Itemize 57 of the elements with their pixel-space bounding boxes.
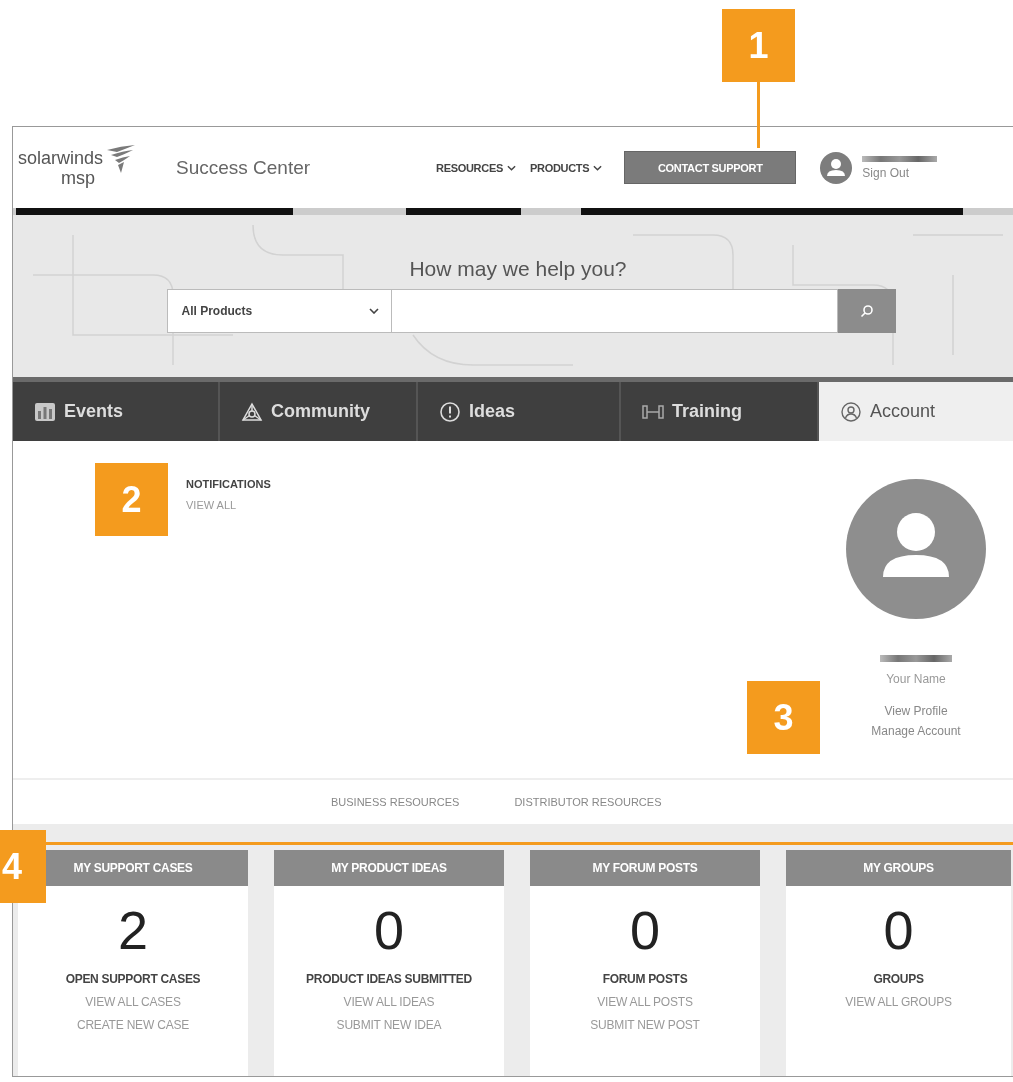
notifications-heading: NOTIFICATIONS xyxy=(186,478,271,490)
search-heading: How may we help you? xyxy=(409,257,627,281)
nav-tab[interactable]: Training xyxy=(621,382,819,441)
logo-subtitle: msp xyxy=(61,167,96,188)
card-count: 2 xyxy=(117,900,148,960)
search-field[interactable] xyxy=(391,289,838,333)
card-count: 0 xyxy=(373,900,404,960)
card-header: MY PRODUCT IDEAS xyxy=(274,850,504,886)
callout-badge: 4 xyxy=(0,830,46,903)
sign-out-link[interactable]: Sign Out xyxy=(862,165,938,180)
card-label: PRODUCT IDEAS SUBMITTED xyxy=(306,972,472,986)
card-header: MY GROUPS xyxy=(786,850,1011,886)
card-label: FORUM POSTS xyxy=(602,972,688,986)
card-link[interactable]: VIEW ALL GROUPS xyxy=(845,995,952,1009)
nav-tab[interactable]: Events xyxy=(13,382,220,441)
person-circle-icon xyxy=(840,401,862,422)
caret-icon xyxy=(507,164,516,171)
nav-tab[interactable]: Ideas xyxy=(418,382,621,441)
view-all-link[interactable]: VIEW ALL xyxy=(186,499,271,511)
resource-link[interactable]: DISTRIBUTOR RESOURCES xyxy=(514,796,662,808)
nav-dropdown[interactable]: PRODUCTS xyxy=(530,161,603,174)
card-label: GROUPS xyxy=(873,972,924,986)
card-link[interactable]: SUBMIT NEW IDEA xyxy=(336,1018,442,1032)
caret-icon xyxy=(368,308,379,314)
nav-dropdown[interactable]: RESOURCES xyxy=(436,161,516,174)
card-link[interactable]: VIEW ALL CASES xyxy=(85,995,181,1009)
card-count: 0 xyxy=(883,900,914,960)
callout-badge: 2 xyxy=(95,463,168,536)
nav-tab[interactable]: Community xyxy=(220,382,418,441)
search-button[interactable] xyxy=(837,289,896,333)
card-link[interactable]: VIEW ALL POSTS xyxy=(597,995,693,1009)
contact-support-button[interactable]: CONTACT SUPPORT xyxy=(624,151,797,184)
exclamation-circle-icon xyxy=(439,401,461,422)
product-dropdown[interactable]: All Products xyxy=(166,289,392,333)
nav-tab[interactable]: Account xyxy=(819,382,1013,441)
search-icon xyxy=(859,304,874,318)
network-triangle-icon xyxy=(241,401,263,422)
callout-badge: 1 xyxy=(722,9,795,82)
profile-link[interactable]: View Profile xyxy=(884,704,948,718)
profile-link[interactable]: Manage Account xyxy=(871,724,961,738)
card-count: 0 xyxy=(629,900,660,960)
card-label: OPEN SUPPORT CASES xyxy=(65,972,201,986)
profile-name-label: Your Name xyxy=(886,672,946,686)
leader-line xyxy=(757,82,760,148)
caret-icon xyxy=(593,164,603,171)
card-link[interactable]: VIEW ALL IDEAS xyxy=(343,995,435,1009)
bar-chart-icon xyxy=(34,401,56,422)
redacted-name-bar xyxy=(880,655,952,662)
card-link[interactable]: SUBMIT NEW POST xyxy=(590,1018,700,1032)
resource-link[interactable]: BUSINESS RESOURCES xyxy=(331,796,460,808)
logo-wordmark: solarwinds xyxy=(18,147,104,168)
card-link[interactable]: CREATE NEW CASE xyxy=(76,1018,190,1032)
user-avatar-icon xyxy=(820,151,853,184)
site-title: Success Center xyxy=(176,156,312,179)
card-header: MY FORUM POSTS xyxy=(530,850,760,886)
profile-avatar-icon xyxy=(846,479,986,619)
callout-badge: 3 xyxy=(747,681,820,754)
